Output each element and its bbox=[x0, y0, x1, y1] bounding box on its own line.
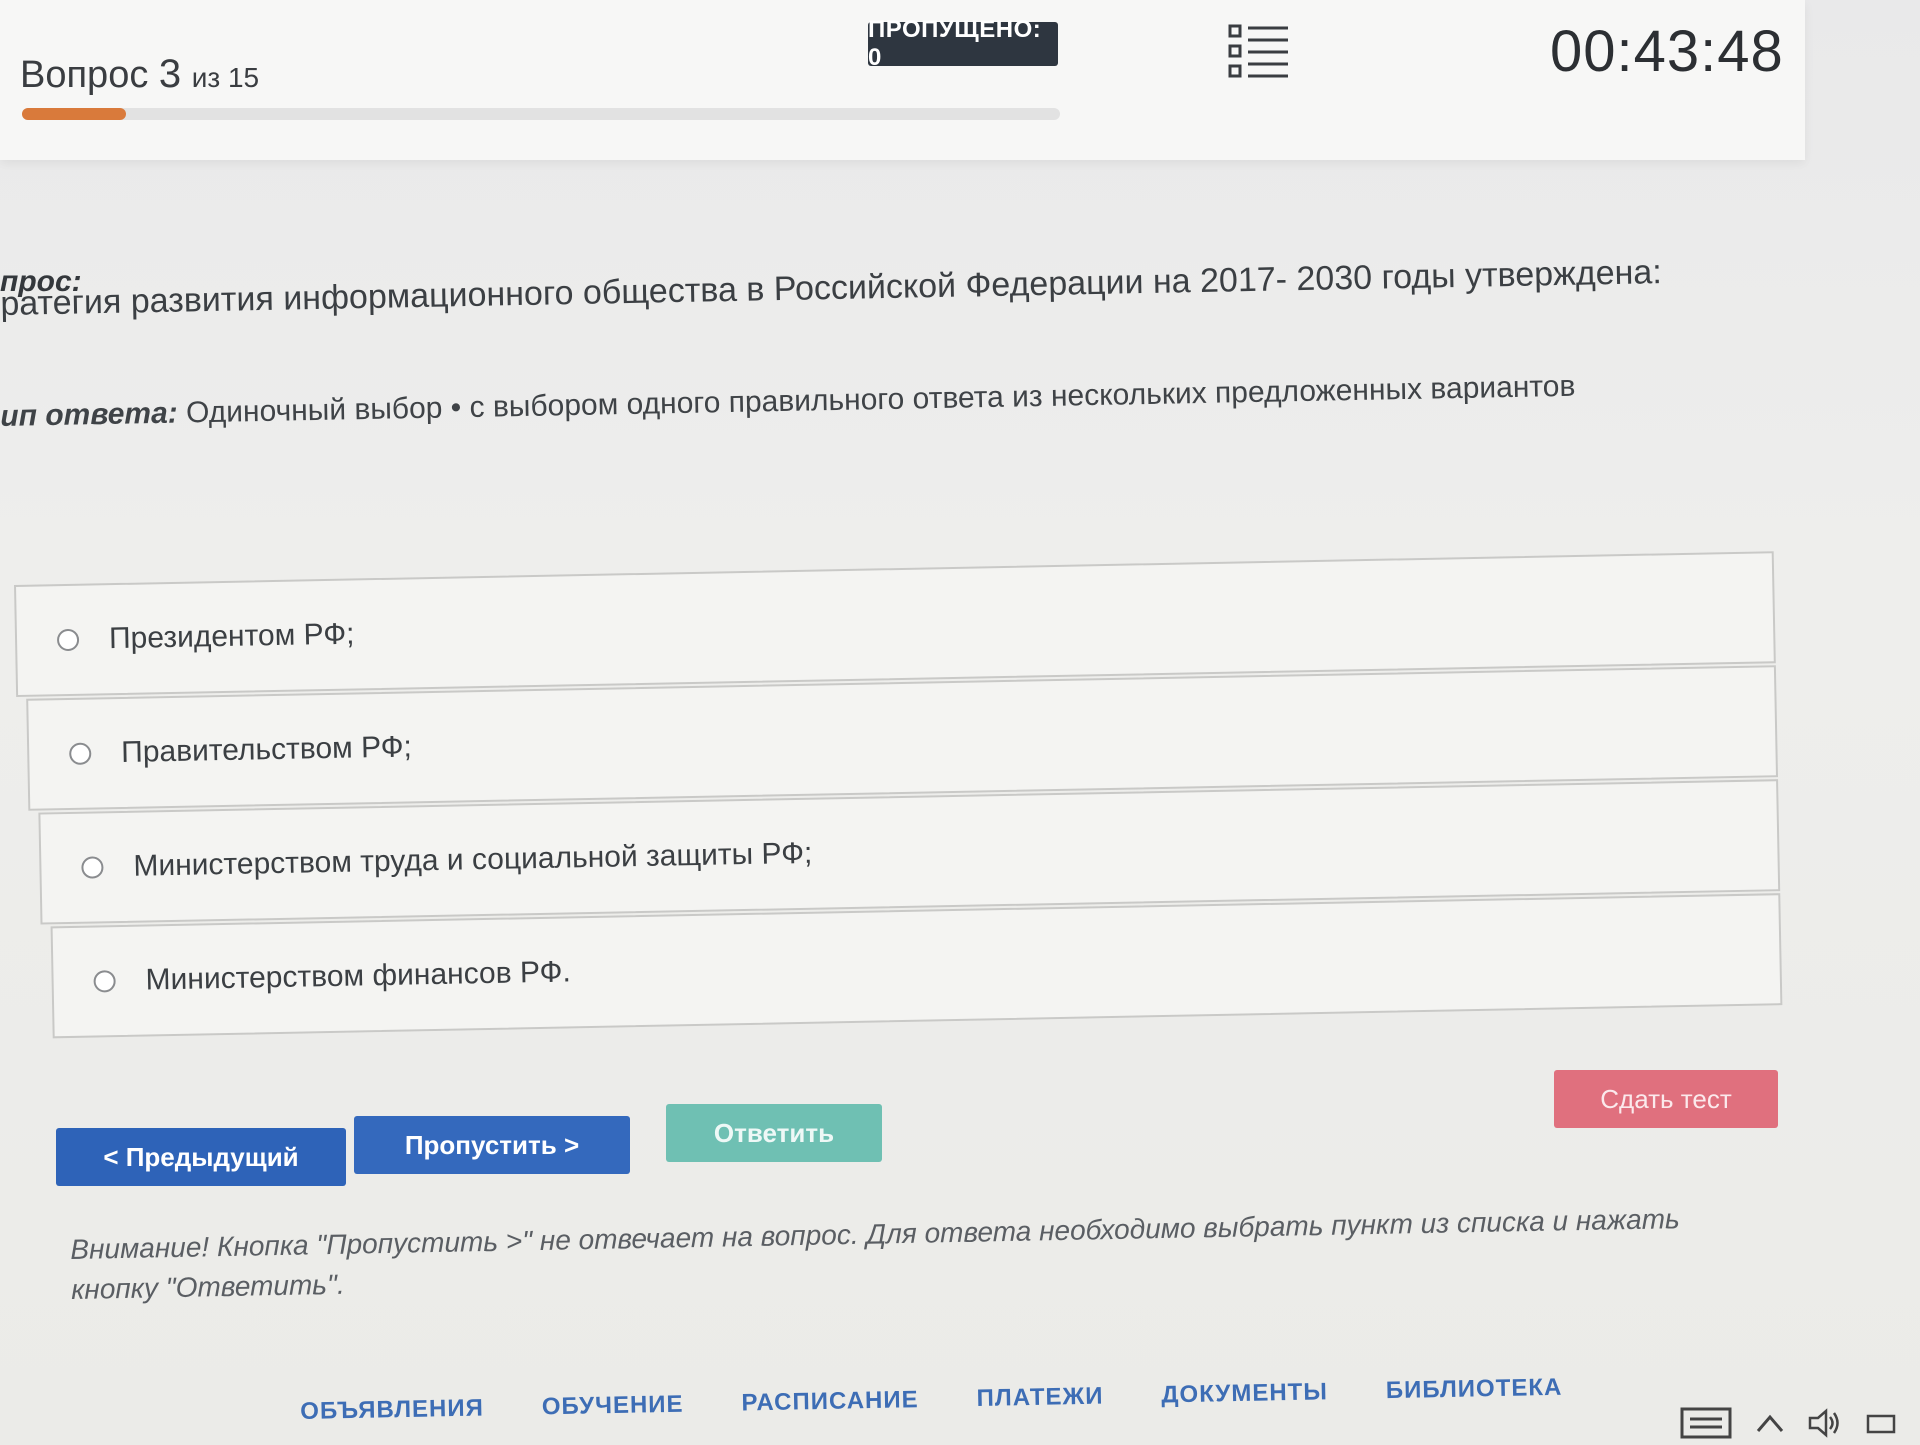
test-header: Вопрос 3 из 15 ПРОПУЩЕНО: 0 00:43:48 bbox=[0, 0, 1805, 160]
nav-learning[interactable]: ОБУЧЕНИЕ bbox=[542, 1391, 684, 1434]
question-number: 3 bbox=[158, 52, 182, 96]
question-prefix: Вопрос bbox=[20, 54, 149, 96]
system-tray bbox=[1680, 1400, 1920, 1445]
chevron-up-icon[interactable] bbox=[1756, 1413, 1784, 1433]
option-label: Президентом РФ; bbox=[108, 617, 355, 656]
question-list-icon[interactable] bbox=[1228, 22, 1290, 82]
answer-type-label: ип ответа: bbox=[0, 396, 179, 433]
skip-button[interactable]: Пропустить > bbox=[354, 1116, 630, 1174]
question-total: из 15 bbox=[191, 62, 260, 93]
warning-text: Внимание! Кнопка "Пропустить >" не отвеч… bbox=[70, 1203, 1681, 1305]
previous-button[interactable]: < Предыдущий bbox=[56, 1128, 346, 1186]
speaker-icon[interactable] bbox=[1808, 1407, 1842, 1438]
screen: Вопрос 3 из 15 ПРОПУЩЕНО: 0 00:43:48 про… bbox=[0, 0, 1920, 1445]
nav-announcements[interactable]: ОБЪЯВЛЕНИЯ bbox=[300, 1394, 484, 1438]
question-counter: Вопрос 3 из 15 bbox=[20, 52, 259, 97]
nav-schedule[interactable]: РАСПИСАНИЕ bbox=[741, 1386, 919, 1429]
answer-type-value: Одиночный выбор • с выбором одного прави… bbox=[185, 369, 1576, 430]
countdown-timer: 00:43:48 bbox=[1550, 19, 1784, 84]
radio-button[interactable] bbox=[69, 742, 92, 765]
progress-fill bbox=[22, 108, 126, 120]
option-label: Правительством РФ; bbox=[120, 730, 413, 769]
nav-documents[interactable]: ДОКУМЕНТЫ bbox=[1161, 1378, 1328, 1421]
skipped-badge: ПРОПУЩЕНО: 0 bbox=[868, 16, 1058, 71]
option-label: Министерством финансов РФ. bbox=[145, 955, 572, 997]
radio-button[interactable] bbox=[56, 628, 80, 652]
radio-button[interactable] bbox=[81, 856, 104, 879]
radio-button[interactable] bbox=[93, 970, 116, 993]
network-icon[interactable] bbox=[1866, 1408, 1896, 1438]
nav-library[interactable]: БИБЛИОТЕКА bbox=[1386, 1374, 1563, 1417]
question-text: ратегия развития информационного обществ… bbox=[0, 253, 1663, 323]
keyboard-icon[interactable] bbox=[1680, 1407, 1732, 1439]
answer-options: Президентом РФ; Правительством РФ; Минис… bbox=[14, 551, 1783, 1041]
option-label: Министерством труда и социальной защиты … bbox=[133, 836, 813, 883]
answer-type: ип ответа: Одиночный выбор • с выбором о… bbox=[0, 367, 1700, 434]
bottom-nav: ОБЪЯВЛЕНИЯ ОБУЧЕНИЕ РАСПИСАНИЕ ПЛАТЕЖИ Д… bbox=[300, 1374, 1563, 1438]
nav-payments[interactable]: ПЛАТЕЖИ bbox=[976, 1383, 1104, 1425]
submit-test-button[interactable]: Сдать тест bbox=[1554, 1070, 1778, 1128]
answer-button[interactable]: Ответить bbox=[666, 1104, 882, 1162]
progress-bar bbox=[22, 108, 1060, 120]
